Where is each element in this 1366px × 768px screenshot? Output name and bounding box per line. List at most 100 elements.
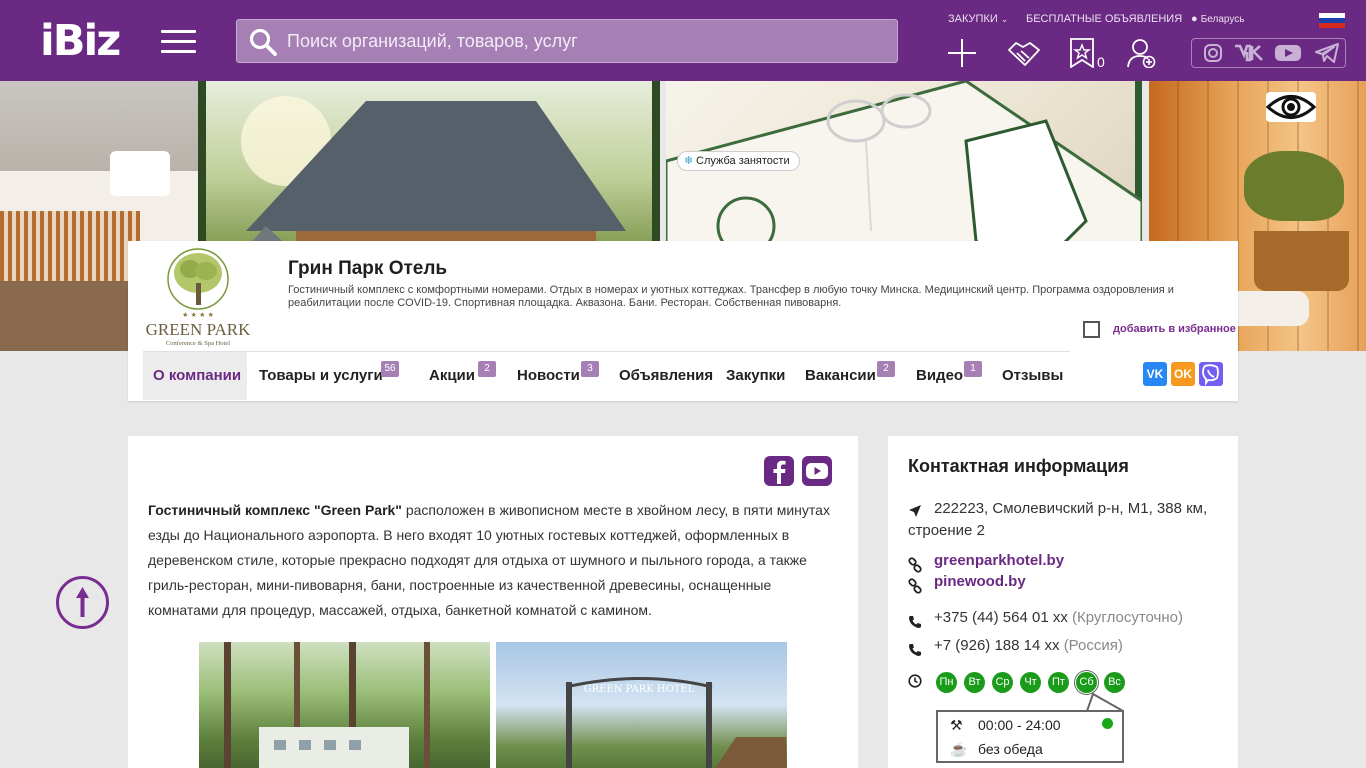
telegram-icon[interactable] xyxy=(1315,43,1339,68)
region-label: Беларусь xyxy=(1200,14,1245,25)
tools-icon: ⚒ xyxy=(950,717,963,733)
company-name: Грин Парк Отель xyxy=(288,258,448,279)
view-mode-eye-icon[interactable] xyxy=(1265,92,1317,122)
vk-icon[interactable] xyxy=(1233,43,1265,68)
day-thu[interactable]: Чт xyxy=(1020,672,1041,693)
logo-name-text: GREEN PARK xyxy=(146,320,251,339)
add-user-icon[interactable] xyxy=(1127,38,1157,68)
day-mon[interactable]: Пн xyxy=(936,672,957,693)
clock-icon xyxy=(908,674,922,688)
day-wed[interactable]: Ср xyxy=(992,672,1013,693)
day-tue[interactable]: Вт xyxy=(964,672,985,693)
add-to-favorites-label: добавить в избранное xyxy=(1113,323,1236,335)
chevron-down-icon: ⌄ xyxy=(1000,14,1009,24)
tab-label: О компании xyxy=(153,367,242,384)
tab-vacancies[interactable]: Вакансии 2 xyxy=(805,352,895,400)
tab-label: Товары и услуги xyxy=(259,367,383,384)
day-sun[interactable]: Вс xyxy=(1104,672,1125,693)
employment-service-label: Служба занятости xyxy=(696,155,790,167)
tab-badge: 1 xyxy=(964,361,982,377)
tab-badge: 2 xyxy=(877,361,895,377)
employment-service-badge[interactable]: ❄ Служба занятости xyxy=(677,151,800,171)
tab-ads[interactable]: Объявления xyxy=(619,352,713,400)
gate-sign-text: GREEN PARK HOTEL xyxy=(584,684,695,695)
tab-badge: 3 xyxy=(581,361,599,377)
website-link[interactable]: greenparkhotel.by xyxy=(934,552,1064,569)
tab-label: Новости xyxy=(517,367,580,384)
free-ads-link[interactable]: БЕСПЛАТНЫЕ ОБЪЯВЛЕНИЯ xyxy=(1026,13,1182,26)
youtube-icon[interactable] xyxy=(1275,43,1301,68)
favorites-checkbox[interactable] xyxy=(1083,321,1100,338)
phone-icon xyxy=(909,616,921,628)
tab-promotions[interactable]: Акции 2 xyxy=(429,352,496,400)
about-intro-bold: Гостиничный комплекс "Green Park" xyxy=(148,502,402,518)
company-description: Гостиничный комплекс с комфортными номер… xyxy=(288,284,1174,309)
tab-badge: 56 xyxy=(381,361,399,377)
about-text: Гостиничный комплекс "Green Park" распол… xyxy=(148,498,838,623)
top-bar: iBiz ЗАКУПКИ ⌄ БЕСПЛАТНЫЕ ОБЪЯВЛЕНИЯ ● Б… xyxy=(0,0,1366,81)
working-hours-popup: ⚒ 00:00 - 24:00 ☕ без обеда xyxy=(936,710,1124,763)
share-ok-icon[interactable]: OK xyxy=(1171,362,1195,386)
site-logo[interactable]: iBiz xyxy=(40,18,121,64)
snowflake-icon: ❄ xyxy=(684,155,694,167)
contacts-section: Контактная информация 222223, Смолевичск… xyxy=(888,436,1238,768)
add-icon[interactable] xyxy=(947,38,977,68)
search-icon[interactable] xyxy=(249,28,277,56)
about-section: Гостиничный комплекс "Green Park" распол… xyxy=(128,436,858,768)
contacts-title: Контактная информация xyxy=(908,456,1129,476)
purchases-menu[interactable]: ЗАКУПКИ ⌄ xyxy=(948,13,1008,26)
language-flag-icon[interactable] xyxy=(1319,13,1345,28)
tab-purchases[interactable]: Закупки xyxy=(726,352,785,400)
address-text: 222223, Смолевичский р-н, М1, 388 км, ст… xyxy=(908,500,1208,539)
coffee-icon: ☕ xyxy=(950,741,968,757)
region-selector[interactable]: ● Беларусь xyxy=(1191,13,1244,26)
phone-number[interactable]: +7 (926) 188 14 xx xyxy=(934,637,1060,654)
about-body: расположен в живописном месте в хвойном … xyxy=(148,502,830,618)
logo-subtitle-text: Conference & Spa Hotel xyxy=(166,340,230,347)
company-profile-card: ★ ★ ★ ★ GREEN PARK Conference & Spa Hote… xyxy=(128,241,1238,401)
youtube-icon[interactable] xyxy=(802,456,832,486)
tab-badge: 2 xyxy=(478,361,496,377)
phone-icon xyxy=(909,644,921,656)
location-arrow-icon xyxy=(909,505,921,517)
share-viber-icon[interactable] xyxy=(1199,362,1223,386)
link-icon xyxy=(908,557,922,573)
hours-popup-pointer xyxy=(1086,692,1124,712)
tab-label: Вакансии xyxy=(805,367,876,384)
link-icon xyxy=(908,578,922,594)
open-status-indicator xyxy=(1102,718,1113,729)
forest-building-photo[interactable] xyxy=(199,642,490,768)
handshake-icon[interactable] xyxy=(1007,38,1041,68)
favorites-star-icon[interactable] xyxy=(1069,38,1095,68)
company-logo: ★ ★ ★ ★ GREEN PARK Conference & Spa Hote… xyxy=(146,247,251,347)
facebook-icon[interactable] xyxy=(764,456,794,486)
purchases-label: ЗАКУПКИ xyxy=(948,13,998,25)
search-input[interactable] xyxy=(287,20,887,62)
phone-note: (Россия) xyxy=(1063,637,1123,654)
tab-label: Объявления xyxy=(619,367,714,384)
website-link[interactable]: pinewood.by xyxy=(934,573,1026,590)
tab-about[interactable]: О компании xyxy=(143,352,247,400)
lunch-text: без обеда xyxy=(978,741,1043,757)
share-vk-icon[interactable]: VK xyxy=(1143,362,1167,386)
tab-label: Видео xyxy=(916,367,964,384)
phone-number[interactable]: +375 (44) 564 01 xx xyxy=(934,609,1068,626)
instagram-icon[interactable] xyxy=(1203,43,1223,68)
menu-icon[interactable] xyxy=(161,30,196,54)
scroll-to-top-button[interactable] xyxy=(56,576,109,629)
social-links xyxy=(1191,38,1346,68)
tab-reviews[interactable]: Отзывы xyxy=(1002,352,1063,400)
tab-news[interactable]: Новости 3 xyxy=(517,352,599,400)
tab-products[interactable]: Товары и услуги 56 xyxy=(259,352,399,400)
hotel-gate-photo[interactable]: GREEN PARK HOTEL xyxy=(496,642,787,768)
hours-text: 00:00 - 24:00 xyxy=(978,717,1061,733)
location-pin-icon: ● xyxy=(1191,13,1198,25)
search-box xyxy=(236,19,898,63)
phone-note: (Круглосуточно) xyxy=(1072,609,1183,626)
tab-label: Акции xyxy=(429,367,476,384)
tab-label: Закупки xyxy=(726,367,786,384)
day-sat[interactable]: Сб xyxy=(1076,672,1097,693)
svg-text:★ ★ ★ ★: ★ ★ ★ ★ xyxy=(182,311,214,319)
day-fri[interactable]: Пт xyxy=(1048,672,1069,693)
tab-video[interactable]: Видео 1 xyxy=(916,352,982,400)
